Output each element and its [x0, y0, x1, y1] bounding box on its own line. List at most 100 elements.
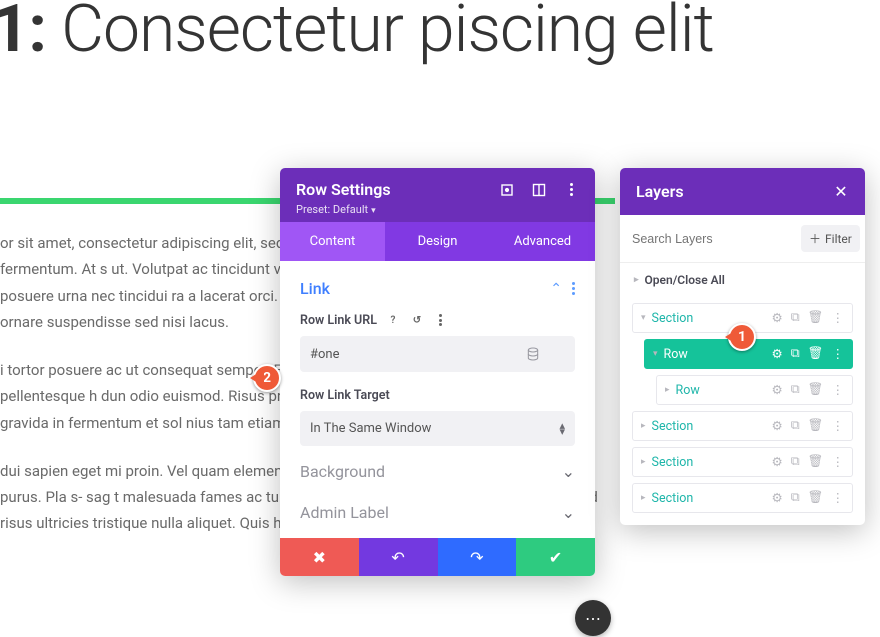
annotation-2: 2	[253, 364, 281, 392]
caret-down-icon: ▾	[641, 313, 646, 323]
caret-right-icon: ▸	[641, 493, 646, 503]
chevron-down-icon: ⌄	[562, 462, 575, 481]
duplicate-icon[interactable]: ⧉	[791, 418, 800, 434]
layer-row-section[interactable]: ▸ Section ⚙ ⧉ 🗑 ⋮	[632, 447, 853, 477]
layer-label: Section	[652, 419, 694, 434]
select-caret-icon: ▴▾	[559, 423, 565, 435]
layer-row-row[interactable]: ▸ Row ⚙ ⧉ 🗑 ⋮	[656, 375, 853, 405]
filter-label: Filter	[825, 232, 852, 246]
redo-icon: ↷	[470, 548, 483, 567]
check-icon: ✔	[549, 548, 562, 567]
gear-icon[interactable]: ⚙	[771, 382, 782, 398]
dynamic-content-icon[interactable]	[525, 346, 541, 362]
chevron-up-icon[interactable]: ⌃	[550, 281, 562, 297]
more-icon[interactable]: ⋮	[832, 310, 845, 326]
reset-icon[interactable]: ↺	[409, 312, 425, 328]
gear-icon[interactable]: ⚙	[771, 310, 782, 326]
section-background[interactable]: Background ⌄	[300, 446, 575, 487]
caret-right-icon: ▸	[634, 275, 639, 285]
panel-body: Link ⌃ Row Link URL ? ↺ #one Row Link Ta…	[280, 261, 595, 538]
layer-label: Row	[676, 383, 700, 398]
page-title-bold: p 1:	[0, 0, 46, 68]
layer-label: Section	[652, 455, 694, 470]
row-link-url-input[interactable]: #one	[300, 336, 575, 372]
tab-design[interactable]: Design	[385, 222, 490, 261]
more-icon[interactable]: ⋮	[832, 346, 845, 362]
row-link-url-label: Row Link URL ? ↺	[300, 312, 575, 328]
caret-down-icon: ▾	[653, 349, 658, 359]
section-link[interactable]: Link ⌃	[300, 279, 575, 298]
section-background-label: Background	[300, 462, 385, 481]
gear-icon[interactable]: ⚙	[771, 490, 782, 506]
gear-icon[interactable]: ⚙	[771, 418, 782, 434]
page-title: p 1: Consectetur piscing elit	[0, 0, 714, 68]
redo-button[interactable]: ↷	[438, 538, 517, 576]
annotation-1: 1	[728, 323, 756, 351]
layer-label: Section	[652, 491, 694, 506]
section-admin-label[interactable]: Admin Label ⌄	[300, 487, 575, 528]
chevron-down-icon: ⌄	[562, 503, 575, 522]
open-close-all-label: Open/Close All	[645, 273, 725, 287]
trash-icon[interactable]: 🗑	[808, 490, 824, 506]
field-more-icon[interactable]	[433, 312, 449, 328]
layers-header: Layers ✕	[620, 168, 865, 215]
layer-label: Row	[664, 347, 688, 362]
duplicate-icon[interactable]: ⧉	[791, 490, 800, 506]
open-close-all[interactable]: ▸ Open/Close All	[620, 262, 865, 297]
help-icon[interactable]: ?	[385, 312, 401, 328]
trash-icon[interactable]: 🗑	[808, 418, 824, 434]
caret-right-icon: ▸	[641, 421, 646, 431]
layer-row-section[interactable]: ▸ Section ⚙ ⧉ 🗑 ⋮	[632, 411, 853, 441]
undo-button[interactable]: ↶	[359, 538, 438, 576]
duplicate-icon[interactable]: ⧉	[791, 382, 800, 398]
gear-icon[interactable]: ⚙	[771, 454, 782, 470]
row-link-url-value: #one	[310, 347, 340, 362]
trash-icon[interactable]: 🗑	[808, 310, 824, 326]
expand-icon[interactable]	[499, 182, 515, 198]
plus-icon: ＋	[809, 230, 821, 247]
duplicate-icon[interactable]: ⧉	[791, 310, 800, 326]
more-icon[interactable]: ⋮	[832, 490, 845, 506]
dock-icon[interactable]	[531, 182, 547, 198]
page-title-rest: Consectetur piscing elit	[61, 0, 714, 68]
panel-footer: ✖ ↶ ↷ ✔	[280, 538, 595, 576]
more-icon[interactable]: ⋮	[832, 454, 845, 470]
layers-search-bar: ＋ Filter	[620, 215, 865, 262]
caret-right-icon: ▸	[641, 457, 646, 467]
panel-header: Row Settings Preset: Default	[280, 168, 595, 222]
row-link-target-label: Row Link Target	[300, 388, 575, 403]
panel-title: Row Settings	[296, 180, 391, 199]
close-icon: ✖	[313, 548, 326, 567]
duplicate-icon[interactable]: ⧉	[791, 454, 800, 470]
trash-icon[interactable]: 🗑	[808, 454, 824, 470]
settings-tabs: Content Design Advanced	[280, 222, 595, 261]
toggle-builder-button[interactable]: ⋯	[575, 600, 611, 636]
close-icon[interactable]: ✕	[833, 184, 849, 200]
search-input[interactable]	[632, 232, 793, 246]
layer-label: Section	[652, 311, 694, 326]
section-more-icon[interactable]	[572, 282, 575, 295]
tab-advanced[interactable]: Advanced	[490, 222, 595, 261]
cancel-button[interactable]: ✖	[280, 538, 359, 576]
row-link-target-value: In The Same Window	[310, 421, 431, 436]
more-icon[interactable]: ⋮	[832, 382, 845, 398]
more-icon[interactable]	[563, 182, 579, 198]
tab-content[interactable]: Content	[280, 222, 385, 261]
duplicate-icon[interactable]: ⧉	[791, 346, 800, 362]
save-button[interactable]: ✔	[516, 538, 595, 576]
undo-icon: ↶	[391, 548, 404, 567]
gear-icon[interactable]: ⚙	[771, 346, 782, 362]
section-link-label: Link	[300, 279, 330, 298]
trash-icon[interactable]: 🗑	[808, 346, 824, 362]
caret-right-icon: ▸	[665, 385, 670, 395]
row-settings-panel: Row Settings Preset: Default Content Des…	[280, 168, 595, 576]
trash-icon[interactable]: 🗑	[808, 382, 824, 398]
dots-horizontal-icon: ⋯	[585, 609, 601, 628]
filter-button[interactable]: ＋ Filter	[801, 225, 860, 252]
section-admin-label-text: Admin Label	[300, 503, 389, 522]
preset-label[interactable]: Preset: Default	[296, 203, 579, 216]
layer-row-section[interactable]: ▸ Section ⚙ ⧉ 🗑 ⋮	[632, 483, 853, 513]
row-link-target-select[interactable]: In The Same Window ▴▾	[300, 411, 575, 446]
more-icon[interactable]: ⋮	[832, 418, 845, 434]
layers-title: Layers	[636, 182, 684, 201]
